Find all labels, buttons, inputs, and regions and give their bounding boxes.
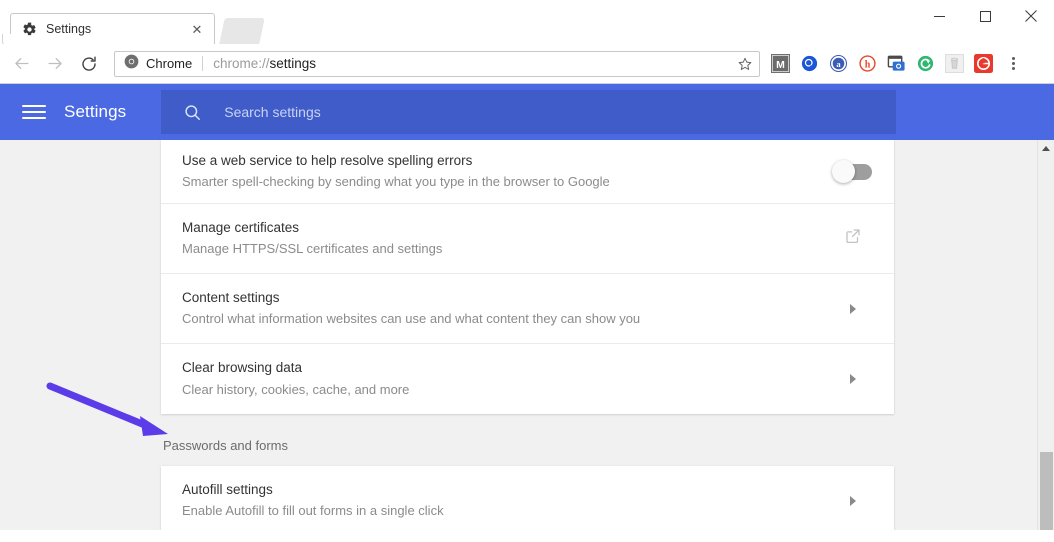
toggle-knob	[831, 159, 855, 183]
row-subtitle: Clear history, cookies, cache, and more	[182, 381, 410, 397]
new-tab-button[interactable]	[219, 18, 265, 44]
chevron-right-icon[interactable]	[850, 374, 856, 384]
row-action	[833, 374, 873, 384]
minimize-button[interactable]	[916, 0, 962, 32]
row-title: Use a web service to help resolve spelli…	[182, 152, 473, 168]
tab-strip: Settings ✕	[0, 0, 880, 45]
setting-row-autofill-settings[interactable]: Autofill settings Enable Autofill to fil…	[161, 466, 894, 530]
row-action	[833, 495, 873, 506]
trash-cleaner-extension-icon[interactable]	[940, 50, 969, 78]
extension-icons: M a h	[766, 50, 998, 78]
row-title: Content settings	[182, 289, 280, 305]
row-text: Content settings Control what informatio…	[182, 288, 833, 329]
row-action	[833, 303, 873, 314]
row-action	[831, 159, 873, 183]
privacy-settings-card: Use a web service to help resolve spelli…	[161, 140, 894, 414]
browser-window: Settings ✕ Chrome chrome://settings M a …	[0, 0, 1054, 542]
forward-arrow-icon[interactable]	[40, 49, 70, 79]
title-bar: Settings ✕	[0, 0, 1054, 45]
scroll-up-arrow-icon[interactable]	[1038, 140, 1054, 157]
row-action	[833, 227, 873, 250]
settings-content-area: Use a web service to help resolve spelli…	[0, 140, 1054, 530]
tab-title: Settings	[46, 22, 92, 36]
spelling-service-toggle[interactable]	[831, 159, 872, 183]
chevron-right-icon[interactable]	[850, 495, 856, 506]
amazon-assistant-extension-icon[interactable]: a	[824, 50, 853, 78]
screen-capture-extension-icon[interactable]	[882, 50, 911, 78]
svg-text:M: M	[776, 60, 785, 71]
external-link-icon[interactable]	[844, 227, 862, 250]
setting-row-clear-browsing-data[interactable]: Clear browsing data Clear history, cooki…	[161, 344, 894, 414]
search-input[interactable]: Search settings	[161, 90, 897, 134]
page-title: Settings	[64, 102, 127, 121]
back-arrow-icon[interactable]	[6, 49, 36, 79]
green-circle-extension-icon[interactable]	[911, 50, 940, 78]
row-subtitle: Control what information websites can us…	[182, 311, 641, 327]
row-subtitle: Smarter spell-checking by sending what y…	[182, 174, 610, 190]
row-subtitle: Manage HTTPS/SSL certificates and settin…	[182, 241, 443, 257]
vertical-scrollbar[interactable]	[1037, 140, 1054, 530]
svg-text:h: h	[865, 59, 871, 70]
window-controls	[916, 0, 1054, 40]
row-title: Manage certificates	[182, 219, 300, 235]
gear-icon	[21, 21, 37, 37]
settings-column: Use a web service to help resolve spelli…	[161, 140, 894, 530]
reload-icon[interactable]	[74, 49, 104, 79]
row-title: Autofill settings	[182, 481, 273, 497]
row-text: Clear browsing data Clear history, cooki…	[182, 358, 833, 399]
close-icon[interactable]: ✕	[188, 20, 206, 38]
url-path: settings	[269, 56, 317, 71]
chevron-right-icon[interactable]	[850, 303, 856, 314]
browser-toolbar: Chrome chrome://settings M a h	[0, 44, 1054, 84]
omnibox-divider	[202, 56, 204, 71]
row-subtitle: Enable Autofill to fill out forms in a s…	[182, 503, 444, 519]
grammarly-extension-icon[interactable]	[969, 50, 998, 78]
url-scheme: chrome://	[213, 56, 270, 71]
row-text: Autofill settings Enable Autofill to fil…	[182, 480, 833, 521]
row-text: Manage certificates Manage HTTPS/SSL cer…	[182, 218, 833, 259]
mega-extension-icon[interactable]: M	[766, 50, 795, 78]
chrome-chip-label: Chrome	[146, 56, 193, 71]
row-title: Clear browsing data	[182, 360, 303, 376]
setting-row-spelling-service[interactable]: Use a web service to help resolve spelli…	[161, 140, 894, 204]
hamburger-menu-icon[interactable]	[22, 100, 46, 124]
setting-row-content-settings[interactable]: Content settings Control what informatio…	[161, 274, 894, 344]
chrome-logo-icon	[124, 54, 139, 74]
honey-extension-icon[interactable]: h	[853, 50, 882, 78]
annotation-arrow	[44, 378, 179, 444]
security-chip: Chrome	[115, 54, 192, 74]
section-heading-passwords-and-forms: Passwords and forms	[163, 438, 288, 453]
settings-header-bar: Settings Search settings	[0, 84, 1054, 140]
url-text: chrome://settings	[213, 56, 316, 71]
search-icon	[181, 101, 203, 123]
row-text: Use a web service to help resolve spelli…	[182, 151, 833, 192]
maximize-button[interactable]	[962, 0, 1008, 32]
blue-circle-search-extension-icon[interactable]	[795, 50, 824, 78]
svg-text:a: a	[836, 59, 841, 69]
search-placeholder: Search settings	[224, 104, 321, 120]
passwords-forms-card: Autofill settings Enable Autofill to fil…	[161, 466, 894, 530]
three-dot-menu-icon[interactable]	[1000, 50, 1026, 78]
address-bar[interactable]: Chrome chrome://settings	[114, 50, 760, 77]
browser-tab-settings[interactable]: Settings ✕	[2, 13, 215, 45]
setting-row-manage-certificates[interactable]: Manage certificates Manage HTTPS/SSL cer…	[161, 204, 894, 274]
close-button[interactable]	[1008, 0, 1054, 32]
bookmark-star-icon[interactable]	[732, 52, 758, 76]
scrollbar-thumb[interactable]	[1040, 452, 1053, 530]
